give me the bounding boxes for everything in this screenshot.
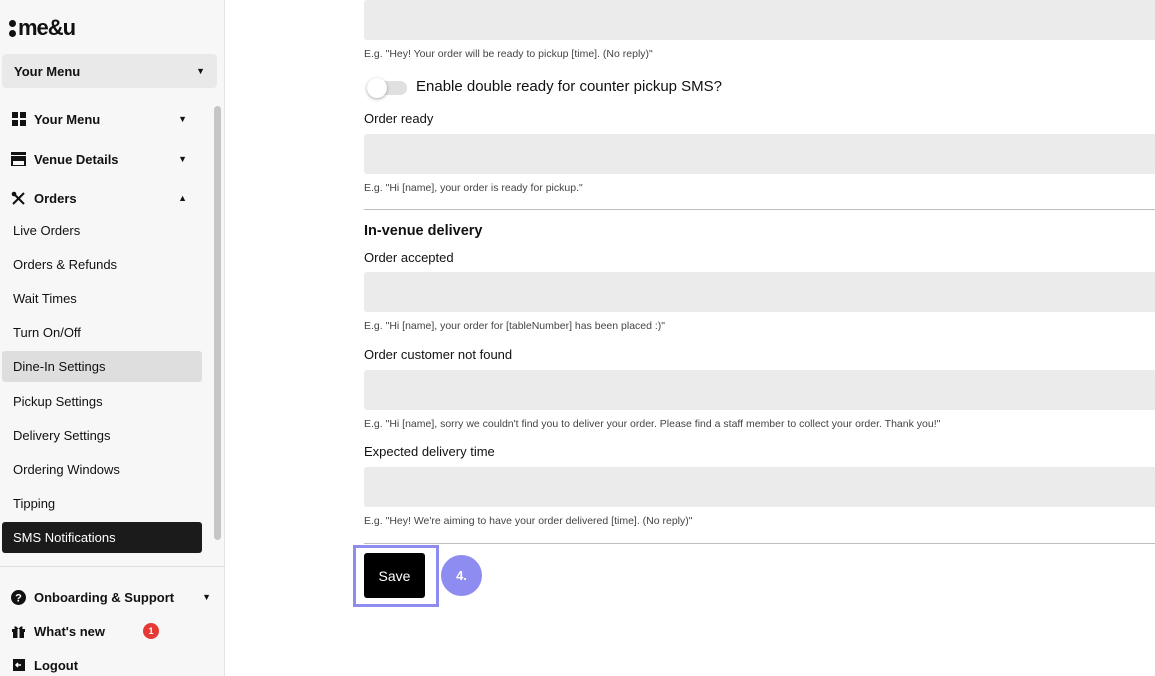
pickup-expected-time-hint: E.g. "Hey! Your order will be ready to p… bbox=[364, 48, 653, 60]
order-accepted-hint: E.g. "Hi [name], your order for [tableNu… bbox=[364, 320, 666, 332]
expected-delivery-time-input[interactable] bbox=[364, 467, 1155, 507]
sidebar-group-your-menu[interactable]: Your Menu ▼ bbox=[0, 104, 205, 134]
grid-icon bbox=[11, 112, 26, 127]
sidebar-item-turn-on-off[interactable]: Turn On/Off bbox=[2, 317, 202, 348]
expected-delivery-time-label: Expected delivery time bbox=[364, 444, 495, 459]
svg-text:?: ? bbox=[15, 592, 22, 604]
sidebar-scrollbar[interactable] bbox=[214, 106, 221, 540]
onboarding-support-item[interactable]: ? Onboarding & Support ▼ bbox=[11, 586, 211, 608]
whats-new-label: What's new bbox=[34, 623, 105, 639]
sidebar: me&u Your Menu ▼ Your Menu ▼ Venue Detai… bbox=[0, 0, 225, 676]
logout-item[interactable]: Logout bbox=[11, 654, 78, 676]
chevron-down-icon: ▼ bbox=[196, 65, 205, 76]
chevron-down-icon: ▼ bbox=[202, 591, 211, 602]
whats-new-item[interactable]: What's new 1 bbox=[11, 620, 159, 642]
order-accepted-input[interactable] bbox=[364, 272, 1155, 312]
menu-selector-label: Your Menu bbox=[14, 63, 81, 79]
sidebar-group-label: Your Menu bbox=[34, 111, 101, 127]
section-divider bbox=[364, 209, 1155, 210]
order-ready-input[interactable] bbox=[364, 134, 1155, 174]
storefront-icon bbox=[11, 152, 26, 167]
sidebar-item-ordering-windows[interactable]: Ordering Windows bbox=[2, 454, 202, 485]
order-ready-label: Order ready bbox=[364, 111, 434, 126]
menu-selector[interactable]: Your Menu ▼ bbox=[2, 54, 217, 88]
onboarding-support-label: Onboarding & Support bbox=[34, 589, 175, 605]
section-divider bbox=[364, 543, 1155, 544]
customer-not-found-hint: E.g. "Hi [name], sorry we couldn't find … bbox=[364, 418, 941, 430]
logout-icon bbox=[11, 658, 26, 673]
gift-icon bbox=[11, 624, 26, 639]
chevron-up-icon: ▲ bbox=[178, 192, 187, 203]
help-icon: ? bbox=[11, 589, 26, 605]
sidebar-item-tipping[interactable]: Tipping bbox=[2, 488, 202, 519]
sidebar-item-sms-notifications[interactable]: SMS Notifications bbox=[2, 522, 202, 553]
tutorial-step-marker: 4. bbox=[441, 555, 482, 596]
in-venue-delivery-title: In-venue delivery bbox=[364, 223, 483, 239]
order-ready-hint: E.g. "Hi [name], your order is ready for… bbox=[364, 182, 583, 194]
chevron-down-icon: ▼ bbox=[178, 113, 187, 124]
chevron-down-icon: ▼ bbox=[178, 153, 187, 164]
customer-not-found-label: Order customer not found bbox=[364, 347, 513, 362]
toggle-knob bbox=[367, 78, 387, 98]
sidebar-divider bbox=[0, 566, 225, 567]
sidebar-item-dine-in-settings[interactable]: Dine-In Settings bbox=[2, 351, 202, 382]
sidebar-item-delivery-settings[interactable]: Delivery Settings bbox=[2, 420, 202, 451]
save-button[interactable]: Save bbox=[364, 553, 425, 598]
sidebar-nav[interactable]: Your Menu ▼ Venue Details ▼ Orders ▲ Liv… bbox=[0, 104, 225, 566]
sidebar-group-orders[interactable]: Orders ▲ bbox=[0, 183, 205, 213]
logout-label: Logout bbox=[34, 657, 79, 673]
sidebar-item-wait-times[interactable]: Wait Times bbox=[2, 283, 202, 314]
sidebar-group-label: Orders bbox=[34, 190, 77, 206]
sidebar-group-label: Venue Details bbox=[34, 151, 119, 167]
notification-badge: 1 bbox=[143, 623, 159, 639]
logo[interactable]: me&u bbox=[9, 15, 76, 40]
logo-text: me&u bbox=[18, 15, 76, 40]
logo-mark-icon bbox=[9, 19, 16, 37]
sidebar-item-pickup-settings[interactable]: Pickup Settings bbox=[2, 386, 202, 417]
double-ready-toggle-label: Enable double ready for counter pickup S… bbox=[416, 78, 723, 95]
customer-not-found-input[interactable] bbox=[364, 370, 1155, 410]
utensils-icon bbox=[11, 191, 26, 206]
expected-delivery-time-hint: E.g. "Hey! We're aiming to have your ord… bbox=[364, 515, 693, 527]
sms-notifications-form: E.g. "Hey! Your order will be ready to p… bbox=[225, 0, 1155, 676]
pickup-expected-time-input[interactable] bbox=[364, 0, 1155, 40]
sidebar-item-orders-refunds[interactable]: Orders & Refunds bbox=[2, 249, 202, 280]
double-ready-toggle[interactable] bbox=[367, 78, 407, 98]
sidebar-item-live-orders[interactable]: Live Orders bbox=[2, 215, 202, 246]
order-accepted-label: Order accepted bbox=[364, 250, 454, 265]
sidebar-group-venue-details[interactable]: Venue Details ▼ bbox=[0, 144, 205, 174]
